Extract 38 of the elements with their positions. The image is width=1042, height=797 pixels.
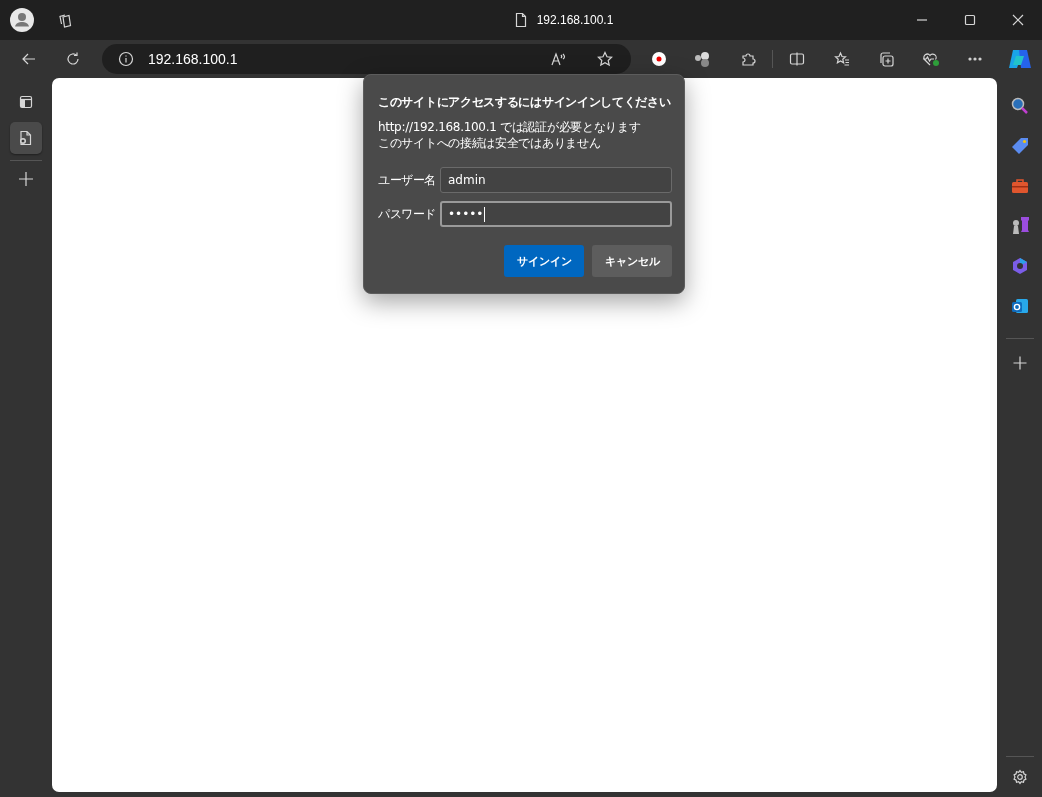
field-label: ユーザー名 bbox=[378, 172, 437, 188]
collections-icon bbox=[878, 51, 895, 67]
info-icon[interactable] bbox=[118, 51, 134, 67]
sign-in-button[interactable]: サインイン bbox=[504, 245, 584, 277]
star-list-icon bbox=[833, 51, 850, 67]
star-icon bbox=[596, 51, 613, 67]
dialog-message: このサイトへの接続は安全ではありません bbox=[378, 135, 602, 151]
stacked-pages-icon bbox=[58, 12, 74, 28]
split-screen-icon bbox=[789, 51, 806, 67]
page-icon bbox=[18, 130, 34, 146]
panel-icon bbox=[18, 94, 34, 110]
username-field[interactable]: admin bbox=[440, 167, 672, 193]
back-arrow-icon bbox=[21, 51, 37, 67]
password-field[interactable]: ••••• bbox=[440, 201, 672, 227]
puzzle-icon bbox=[739, 51, 756, 67]
record-icon bbox=[650, 51, 667, 67]
dialog-message: http://192.168.100.1 では認証が必要となります bbox=[378, 119, 642, 135]
mail-logo-icon bbox=[1010, 297, 1029, 315]
plus-icon bbox=[1011, 355, 1028, 371]
vertical-tab[interactable] bbox=[10, 122, 42, 154]
minimize-icon bbox=[917, 19, 927, 21]
dialog-title: このサイトにアクセスするにはサインインしてください bbox=[378, 94, 671, 111]
window-title: 192.168.100.1 bbox=[536, 13, 614, 27]
search-icon bbox=[1010, 97, 1029, 115]
read-aloud-icon bbox=[549, 51, 568, 67]
address-bar[interactable]: 192.168.100.1 bbox=[102, 44, 631, 74]
profile-icon bbox=[10, 8, 34, 32]
cancel-button[interactable]: キャンセル bbox=[592, 245, 672, 277]
heart-pulse-icon bbox=[921, 51, 940, 67]
tag-icon bbox=[1010, 137, 1029, 155]
close-icon bbox=[1010, 12, 1026, 28]
plus-icon bbox=[18, 171, 34, 187]
field-label: パスワード bbox=[378, 206, 437, 222]
refresh-icon bbox=[65, 51, 81, 67]
maximize-icon bbox=[962, 12, 978, 28]
toolbox-icon bbox=[1010, 178, 1029, 194]
url-text[interactable]: 192.168.100.1 bbox=[148, 51, 529, 67]
settings-icon bbox=[1011, 769, 1028, 785]
